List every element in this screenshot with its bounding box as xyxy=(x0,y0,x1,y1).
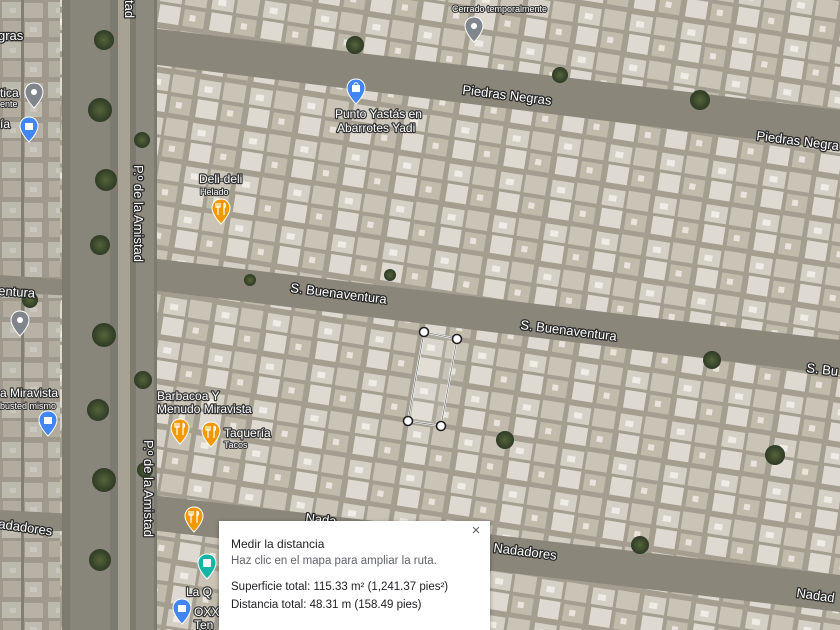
poi-category-deli: Helado xyxy=(200,187,229,197)
road-label-piedras-negras: gras xyxy=(0,28,24,43)
measure-distance-panel: Medir la distancia Haz clic en el mapa p… xyxy=(219,521,490,630)
poi-label-oxxo: Ten xyxy=(194,618,213,630)
poi-label-deli-deli: Deli-deli xyxy=(199,172,242,186)
poi-label-oxxo: OXX xyxy=(194,605,219,619)
measure-total-distance: Distancia total: 48.31 m (158.49 pies) xyxy=(231,599,422,611)
poi-label-punto-yastas: Abarrotes Yadi xyxy=(337,121,415,135)
poi-label-barbacoa: Barbacoa Y xyxy=(157,389,220,403)
poi-label-cerrado: Cerrado temporalmente xyxy=(452,4,547,14)
measure-total-area: Superficie total: 115.33 m² (1,241.37 pi… xyxy=(231,581,449,593)
measure-hint: Haz clic en el mapa para ampliar la ruta… xyxy=(231,555,437,567)
measure-title: Medir la distancia xyxy=(231,537,325,551)
measure-vertex[interactable] xyxy=(402,415,414,427)
poi-label-tica: ente xyxy=(0,99,18,109)
poi-category-taqueria: Tacos xyxy=(224,440,248,450)
measure-vertex[interactable] xyxy=(435,420,447,432)
poi-label-tica: tica xyxy=(0,86,19,100)
road-label-amistad: tad xyxy=(122,0,137,18)
close-icon[interactable]: × xyxy=(468,523,484,539)
road-label-buenaventura: entura xyxy=(0,283,36,301)
road-label-amistad: P.º de la Amistad xyxy=(141,440,156,537)
poi-label-ia: ía xyxy=(0,117,10,131)
poi-label-miravista: busted mismo xyxy=(0,401,56,411)
measure-vertex[interactable] xyxy=(451,333,463,345)
poi-label-miravista: a Miravista xyxy=(0,386,58,400)
poi-label-punto-yastas: Punto Yastás en xyxy=(335,107,422,121)
poi-label-la-q: La Q xyxy=(186,585,212,599)
poi-label-taqueria: Taquería xyxy=(224,426,271,440)
poi-label-barbacoa: Menudo Miravista xyxy=(157,402,252,416)
measure-vertex[interactable] xyxy=(418,326,430,338)
road-label-amistad: P.º de la Amistad xyxy=(131,165,146,262)
